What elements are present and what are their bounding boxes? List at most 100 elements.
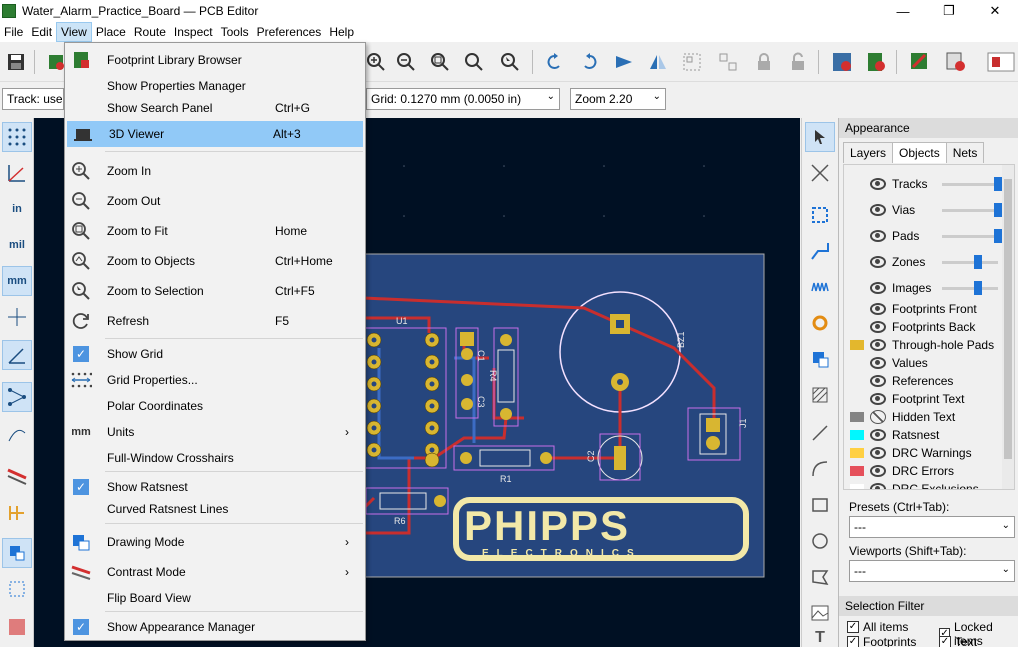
color-swatch[interactable] [850, 340, 864, 350]
menu-edit[interactable]: Edit [27, 22, 56, 42]
polar-coords-icon[interactable] [2, 158, 32, 188]
eye-icon[interactable] [870, 321, 886, 333]
local-ratsnest-icon[interactable] [805, 158, 835, 188]
menu-preferences[interactable]: Preferences [253, 22, 326, 42]
ungroup-icon[interactable] [716, 50, 740, 74]
tune-length-icon[interactable] [805, 272, 835, 302]
units-mils-button[interactable]: mil [2, 230, 32, 260]
eye-icon[interactable] [870, 375, 886, 387]
menu-item-refresh[interactable]: Refresh F5 [65, 308, 365, 334]
mirror-icon[interactable] [646, 50, 670, 74]
eye-icon[interactable] [870, 429, 886, 441]
opacity-slider[interactable] [942, 255, 998, 269]
drc-icon[interactable] [944, 50, 968, 74]
object-row-drc-exclusions[interactable]: DRC Exclusions [844, 480, 1004, 489]
footprint-viewer-icon[interactable] [864, 50, 888, 74]
eye-icon[interactable] [870, 393, 886, 405]
menu-item-curved-ratsnest-lines[interactable]: Curved Ratsnest Lines [65, 496, 365, 522]
color-swatch[interactable] [850, 448, 864, 458]
opacity-slider[interactable] [942, 203, 1002, 217]
zone-fill-icon[interactable] [2, 612, 32, 642]
menu-item-show-appearance-manager[interactable]: ✓ Show Appearance Manager [65, 614, 365, 640]
draw-circle-icon[interactable] [805, 526, 835, 556]
close-button[interactable]: ✕ [972, 0, 1018, 22]
objects-scrollbar[interactable] [1002, 165, 1014, 489]
high-contrast-icon[interactable] [2, 460, 32, 490]
object-row-drc-errors[interactable]: DRC Errors [844, 462, 1004, 480]
unlock-icon[interactable] [786, 50, 810, 74]
zoom-fit-toolbar-icon[interactable] [428, 50, 452, 74]
add-text-icon[interactable]: T [805, 629, 835, 646]
filter-all-items[interactable]: ✓ All items [847, 620, 908, 634]
grid-toggle-icon[interactable] [2, 122, 32, 152]
save-icon[interactable] [4, 50, 28, 74]
object-row-zones[interactable]: Zones [844, 253, 1004, 271]
add-footprint-icon[interactable] [805, 200, 835, 230]
object-row-images[interactable]: Images [844, 279, 1004, 297]
object-row-footprints-front[interactable]: Footprints Front [844, 300, 1004, 318]
eye-icon[interactable] [870, 465, 886, 477]
eye-icon[interactable] [870, 357, 886, 369]
route-track-icon[interactable] [805, 236, 835, 266]
eye-icon[interactable] [870, 256, 886, 268]
eye-icon[interactable] [870, 483, 886, 489]
draw-rectangle-icon[interactable] [805, 490, 835, 520]
object-row-footprint-text[interactable]: Footprint Text [844, 390, 1004, 408]
add-zone-icon[interactable] [805, 344, 835, 374]
eye-hidden-icon[interactable] [870, 410, 886, 424]
menu-item-zoom-to-objects[interactable]: Zoom to Objects Ctrl+Home [65, 248, 365, 274]
presets-select[interactable]: --- ⌄ [849, 516, 1015, 538]
zoom-objects-toolbar-icon[interactable] [462, 50, 486, 74]
lock-icon[interactable] [752, 50, 776, 74]
filter-text[interactable]: ✓ Text [939, 635, 977, 647]
eye-icon[interactable] [870, 178, 886, 190]
ratsnest-icon[interactable] [2, 382, 32, 412]
drawing-mode-icon[interactable] [2, 538, 32, 568]
units-mm-button[interactable]: mm [2, 266, 32, 296]
checkbox-checked-icon[interactable]: ✓ [847, 621, 859, 633]
eye-icon[interactable] [870, 230, 886, 242]
menu-place[interactable]: Place [92, 22, 130, 42]
menu-tools[interactable]: Tools [217, 22, 253, 42]
object-row-footprints-back[interactable]: Footprints Back [844, 318, 1004, 336]
footprint-editor-icon[interactable] [830, 50, 854, 74]
rotate-ccw-icon[interactable] [542, 50, 566, 74]
curved-ratsnest-icon[interactable] [2, 418, 32, 448]
draw-arc-icon[interactable] [805, 454, 835, 484]
tab-objects[interactable]: Objects [892, 142, 947, 163]
object-row-drc-warnings[interactable]: DRC Warnings [844, 444, 1004, 462]
select-icon[interactable] [805, 122, 835, 152]
color-swatch[interactable] [850, 430, 864, 440]
menu-item-zoom-out[interactable]: Zoom Out [65, 188, 365, 214]
draw-line-icon[interactable] [805, 418, 835, 448]
color-swatch[interactable] [850, 466, 864, 476]
menu-item-contrast-mode[interactable]: Contrast Mode › [65, 559, 365, 585]
object-row-values[interactable]: Values [844, 354, 1004, 372]
net-highlight-icon[interactable] [2, 498, 32, 528]
zoom-select[interactable]: Zoom 2.20 ⌄ [570, 88, 666, 110]
menu-item-show-grid[interactable]: ✓ Show Grid [65, 341, 365, 367]
menu-route[interactable]: Route [130, 22, 170, 42]
menu-item-show-search-panel[interactable]: Show Search Panel Ctrl+G [65, 95, 365, 121]
checkbox-checked-icon[interactable]: ✓ [939, 636, 951, 647]
filter-footprints[interactable]: ✓ Footprints [847, 635, 916, 647]
maximize-button[interactable]: ❐ [926, 0, 972, 22]
object-row-through-hole-pads[interactable]: Through-hole Pads [844, 336, 1004, 354]
object-row-ratsnest[interactable]: Ratsnest [844, 426, 1004, 444]
tab-nets[interactable]: Nets [945, 142, 985, 163]
color-swatch[interactable] [850, 412, 864, 422]
angle-snap-icon[interactable] [2, 340, 32, 370]
opacity-slider[interactable] [942, 281, 998, 295]
track-width-select[interactable]: Track: use n [2, 88, 64, 110]
menu-item-drawing-mode[interactable]: Drawing Mode › [65, 529, 365, 555]
outline-mode-icon[interactable] [2, 574, 32, 604]
tab-layers[interactable]: Layers [843, 142, 894, 163]
flip-icon[interactable] [612, 50, 636, 74]
menu-inspect[interactable]: Inspect [170, 22, 217, 42]
menu-item-zoom-to-fit[interactable]: Zoom to Fit Home [65, 218, 365, 244]
menu-file[interactable]: File [0, 22, 27, 42]
eye-icon[interactable] [870, 303, 886, 315]
menu-view[interactable]: View [56, 22, 92, 42]
zoom-selection-toolbar-icon[interactable] [498, 50, 522, 74]
add-image-icon[interactable] [805, 598, 835, 628]
